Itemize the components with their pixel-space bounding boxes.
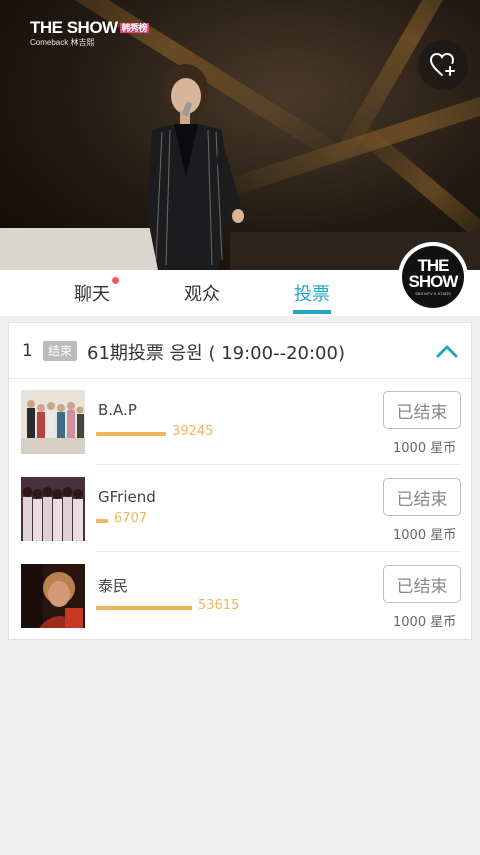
- logo-tag: 韩秀榜: [119, 23, 150, 33]
- candidate-name: B.A.P: [98, 401, 137, 419]
- row-divider: [96, 551, 461, 552]
- candidate-photo: [21, 390, 85, 454]
- candidate-row: B.A.P 39245 已结束 1000 星币: [21, 379, 461, 465]
- status-badge: 结束: [43, 341, 78, 361]
- vote-count: 6707: [114, 511, 148, 526]
- video-player[interactable]: THE SHOW 韩秀榜 Comeback 林吉熙: [0, 0, 480, 270]
- tab-label: 聊天: [74, 284, 110, 305]
- vote-cost: 1000 星币: [393, 615, 457, 630]
- vote-card: 1 结束 61期投票 응원 ( 19:00--20:00) B.A.P 3924…: [8, 322, 472, 640]
- candidate-name: 泰民: [98, 577, 129, 595]
- candidate-row: 泰民 53615 已结束 1000 星币: [21, 553, 461, 639]
- vote-ended-button[interactable]: 已结束: [383, 391, 461, 429]
- candidate-name: GFriend: [98, 488, 156, 506]
- vote-progress-bar: [96, 606, 192, 610]
- candidate-row: GFriend 6707 已结束 1000 星币: [21, 466, 461, 552]
- vote-cost: 1000 星币: [393, 528, 457, 543]
- tab-vote[interactable]: 投票: [293, 270, 331, 316]
- stage-light: [327, 0, 480, 174]
- vote-title: 61期投票 응원 ( 19:00--20:00): [87, 343, 345, 364]
- show-logo-badge[interactable]: THE SHOW SBS MTV K-STARS: [398, 242, 468, 312]
- tab-chat[interactable]: 聊天: [66, 270, 119, 316]
- vote-ended-button[interactable]: 已结束: [383, 478, 461, 516]
- stage-floor: [0, 228, 160, 270]
- badge-line2: SHOW: [408, 272, 459, 292]
- row-divider: [96, 464, 461, 465]
- vote-index: 1: [22, 341, 33, 361]
- vote-count: 53615: [198, 598, 240, 613]
- vote-cost: 1000 星币: [393, 441, 457, 456]
- vote-progress-bar: [96, 432, 166, 436]
- notification-dot: [112, 277, 119, 284]
- heart-plus-icon: [429, 52, 455, 76]
- candidate-photo: [21, 477, 85, 541]
- tab-active-indicator: [293, 310, 331, 314]
- vote-count: 39245: [172, 424, 214, 439]
- chevron-up-icon[interactable]: [435, 343, 459, 359]
- tab-audience[interactable]: 观众: [176, 270, 228, 316]
- vote-progress-bar: [96, 519, 108, 523]
- tab-label: 观众: [184, 284, 220, 305]
- candidate-photo: [21, 564, 85, 628]
- vote-ended-button[interactable]: 已结束: [383, 565, 461, 603]
- vote-header[interactable]: 1 结束 61期投票 응원 ( 19:00--20:00): [9, 323, 471, 379]
- tab-label: 投票: [294, 284, 330, 305]
- performer-figure: [146, 64, 244, 270]
- logo-subtitle: Comeback 林吉熙: [30, 38, 95, 47]
- favorite-button[interactable]: [418, 40, 468, 90]
- badge-caption: SBS MTV K-STARS: [415, 291, 451, 297]
- channel-logo: THE SHOW 韩秀榜 Comeback 林吉熙: [30, 18, 150, 47]
